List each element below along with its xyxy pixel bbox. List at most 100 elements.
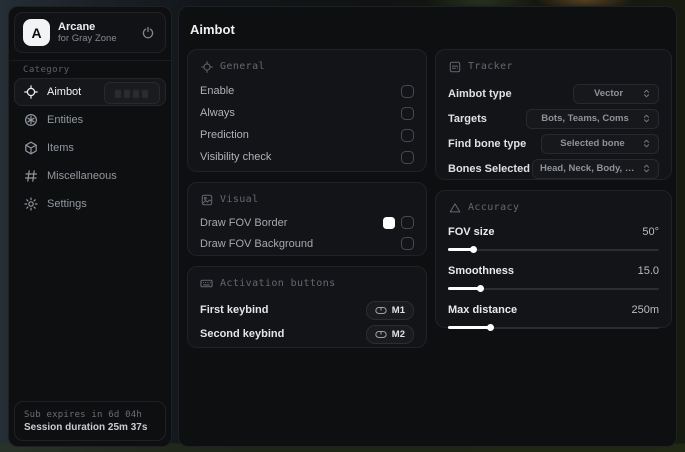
setting-label: Bones Selected	[448, 162, 530, 175]
visual-card-title: Visual	[200, 193, 414, 206]
checkbox-always[interactable]	[401, 106, 414, 120]
general-rows: Enable Always Prediction Visibility chec…	[200, 80, 414, 168]
main-panel: Aimbot General Enable Always Prediction …	[178, 6, 677, 447]
setting-label: Draw FOV Background	[200, 237, 314, 250]
sidebar-item-label: Items	[47, 142, 74, 154]
brand-subtitle: for Gray Zone	[58, 32, 117, 44]
chevron-up-down-icon	[642, 113, 651, 124]
fov-border-color-swatch[interactable]	[383, 216, 395, 229]
setting-label: Second keybind	[200, 328, 285, 340]
sidebar-item-items[interactable]: Items	[14, 134, 166, 162]
aimbot-type-select[interactable]: Vector	[573, 83, 659, 104]
watermark-ghost	[104, 82, 160, 104]
keybind-value: M1	[391, 304, 405, 316]
setting-label: Smoothness	[448, 264, 515, 277]
sidebar-item-label: Entities	[47, 114, 84, 126]
tracker-card: Tracker Aimbot type Vector Targets Bots,…	[435, 49, 672, 180]
general-card: General Enable Always Prediction Visibil…	[187, 49, 427, 172]
checkbox-enable[interactable]	[401, 84, 414, 98]
checkbox-prediction[interactable]	[401, 128, 414, 142]
setting-label: Visibility check	[200, 151, 272, 163]
sidebar-item-aimbot[interactable]: Aimbot	[14, 78, 166, 106]
activation-card: Activation buttons First keybind M1 Seco…	[187, 266, 427, 348]
setting-label: Targets	[448, 112, 487, 125]
accuracy-card-title: Accuracy	[448, 201, 659, 214]
sidebar-item-miscellaneous[interactable]: Miscellaneous	[14, 162, 166, 190]
smoothness-value: 15.0	[637, 264, 659, 277]
setting-label: Enable	[200, 85, 235, 97]
sub-expires-text: Sub expires in 6d 04h	[24, 409, 142, 420]
sidebar-divider	[9, 60, 171, 61]
slider-fill	[448, 326, 491, 329]
category-label: Category	[23, 65, 70, 75]
second-keybind-button[interactable]: M2	[365, 324, 414, 344]
keybind-value: M2	[391, 328, 405, 340]
mouse-icon	[375, 330, 387, 339]
setting-label: Aimbot type	[448, 87, 512, 100]
fov-size-slider[interactable]	[448, 246, 659, 253]
setting-label: FOV size	[448, 225, 495, 238]
smoothness-slider[interactable]	[448, 285, 659, 292]
setting-label: Always	[200, 107, 235, 119]
app-window: A Arcane for Gray Zone Category Aimbot E…	[0, 0, 685, 452]
slider-thumb[interactable]	[487, 324, 495, 331]
sidebar-item-label: Miscellaneous	[47, 170, 117, 182]
smoothness-group: Smoothness 15.0	[448, 263, 659, 292]
chevron-up-down-icon	[642, 163, 651, 174]
keyboard-icon	[200, 277, 213, 290]
brand-text: Arcane for Gray Zone	[58, 21, 117, 45]
find-bone-type-select[interactable]: Selected bone	[541, 133, 659, 154]
session-duration-text: Session duration 25m 37s	[24, 421, 148, 433]
cube-icon	[24, 141, 38, 155]
setting-row: Visibility check	[200, 146, 414, 168]
setting-row: Enable	[200, 80, 414, 102]
setting-row: Aimbot type Vector	[448, 81, 659, 106]
max-distance-group: Max distance 250m	[448, 302, 659, 331]
setting-row: Targets Bots, Teams, Coms	[448, 106, 659, 131]
checkbox-visibility-check[interactable]	[401, 150, 414, 164]
max-distance-value: 250m	[631, 303, 659, 316]
fov-border-controls	[383, 216, 414, 229]
brand-name: Arcane	[58, 20, 96, 33]
image-icon	[200, 193, 213, 206]
max-distance-slider[interactable]	[448, 324, 659, 331]
setting-row: Prediction	[200, 124, 414, 146]
tracker-rows: Aimbot type Vector Targets Bots, Teams, …	[448, 81, 659, 181]
card-title-label: Visual	[220, 194, 259, 205]
card-title-label: Activation buttons	[220, 278, 336, 289]
card-title-label: Accuracy	[468, 202, 520, 213]
accuracy-card: Accuracy FOV size 50° Smoothness 15.0 Ma…	[435, 190, 672, 331]
sidebar-item-settings[interactable]: Settings	[14, 190, 166, 218]
setting-label: Find bone type	[448, 137, 527, 150]
triangle-icon	[448, 201, 461, 214]
tracker-icon	[448, 60, 461, 73]
slider-thumb[interactable]	[476, 285, 484, 292]
setting-label: First keybind	[200, 304, 269, 316]
crosshair-icon	[200, 60, 213, 73]
checkbox-draw-fov-border[interactable]	[401, 216, 414, 229]
brand-logo: A	[23, 19, 50, 46]
tracker-card-title: Tracker	[448, 60, 659, 73]
first-keybind-button[interactable]: M1	[365, 300, 414, 320]
select-value: Head, Neck, Body, Pe..	[540, 163, 636, 174]
sidebar-item-entities[interactable]: Entities	[14, 106, 166, 134]
select-value: Selected bone	[560, 138, 625, 149]
crosshair-icon	[24, 85, 38, 99]
checkbox-draw-fov-background[interactable]	[401, 237, 414, 250]
sidebar: A Arcane for Gray Zone Category Aimbot E…	[8, 6, 172, 447]
sidebar-item-label: Settings	[47, 198, 87, 210]
setting-label: Max distance	[448, 303, 518, 316]
slider-fill	[448, 287, 480, 290]
chevron-up-down-icon	[642, 138, 651, 149]
general-card-title: General	[200, 60, 414, 73]
select-value: Vector	[593, 88, 624, 99]
setting-row: Draw FOV Background	[200, 233, 414, 254]
chevron-up-down-icon	[642, 88, 651, 99]
setting-row: First keybind M1	[200, 298, 414, 322]
power-icon[interactable]	[139, 24, 157, 42]
bones-selected-select[interactable]: Head, Neck, Body, Pe..	[532, 158, 659, 179]
setting-row: Bones Selected Head, Neck, Body, Pe..	[448, 156, 659, 181]
targets-select[interactable]: Bots, Teams, Coms	[526, 108, 659, 129]
slider-thumb[interactable]	[470, 246, 478, 253]
sidebar-nav: Aimbot Entities Items Miscellaneous Sett…	[14, 78, 166, 218]
